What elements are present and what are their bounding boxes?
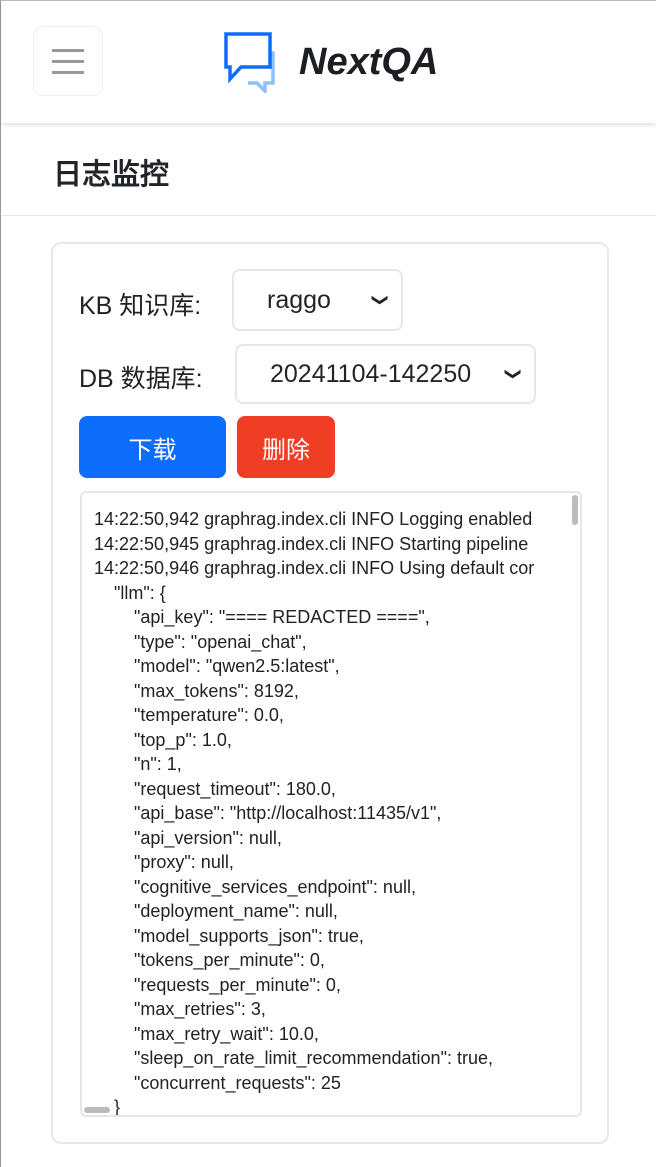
divider (1, 215, 656, 216)
delete-button[interactable]: 删除 (237, 416, 335, 478)
log-line: } (114, 1097, 121, 1117)
chevron-down-icon: ❯ (504, 367, 522, 381)
horizontal-scrollbar[interactable] (84, 1107, 110, 1113)
log-line: "cognitive_services_endpoint": null, (94, 876, 416, 897)
kb-select[interactable]: raggo ❯ (232, 269, 403, 331)
brand-name: NextQA (299, 40, 439, 83)
log-line: "api_key": "==== REDACTED ====", (94, 607, 430, 627)
log-line: 14:22:50,945 graphrag.index.cli INFO Sta… (94, 533, 529, 554)
log-line: "max_tokens": 8192, (94, 680, 299, 701)
log-textarea[interactable]: 14:22:50,942 graphrag.index.cli INFO Log… (80, 491, 582, 1117)
log-line: "deployment_name": null, (94, 901, 338, 921)
db-select[interactable]: 20241104-142250 ❯ (235, 344, 536, 404)
chat-bubbles-icon (224, 32, 275, 93)
top-navbar: NextQA (1, 1, 656, 123)
menu-toggle-button[interactable] (33, 26, 103, 96)
download-button[interactable]: 下载 (79, 416, 226, 478)
log-line: "max_retry_wait": 10.0, (94, 1023, 319, 1044)
hamburger-icon (52, 48, 84, 52)
log-line: "model": "qwen2.5:latest", (94, 656, 340, 676)
log-line: "llm": { (94, 582, 166, 603)
log-line: "n": 1, (94, 754, 182, 774)
vertical-scrollbar[interactable] (572, 495, 578, 525)
log-line: "tokens_per_minute": 0, (94, 950, 325, 970)
page-title: 日志监控 (53, 159, 170, 191)
log-content: 14:22:50,942 graphrag.index.cli INFO Log… (94, 507, 535, 1117)
brand-logo[interactable]: NextQA (223, 31, 438, 93)
log-line: "model_supports_json": true, (94, 925, 364, 946)
chevron-down-icon: ❯ (371, 293, 389, 307)
db-select-value: 20241104-142250 (270, 359, 472, 388)
log-line: 14:22:50,942 graphrag.index.cli INFO Log… (94, 509, 533, 529)
log-line: "sleep_on_rate_limit_recommendation": tr… (94, 1048, 493, 1068)
log-line: "request_timeout": 180.0, (94, 778, 336, 799)
log-line: "max_retries": 3, (94, 999, 266, 1019)
hamburger-icon-line (52, 59, 84, 63)
log-line: "proxy": null, (94, 852, 234, 872)
hamburger-icon-line (52, 70, 84, 74)
kb-label: KB 知识库: (79, 292, 202, 320)
log-line: "concurrent_requests": 25 (94, 1072, 341, 1093)
db-label: DB 数据库: (79, 365, 203, 393)
log-line: "temperature": 0.0, (94, 705, 284, 725)
log-line: "requests_per_minute": 0, (94, 974, 341, 995)
log-line: "type": "openai_chat", (94, 631, 307, 652)
log-line: 14:22:50,946 graphrag.index.cli INFO Usi… (94, 558, 535, 578)
kb-select-value: raggo (267, 285, 331, 314)
log-line: "top_p": 1.0, (94, 729, 232, 750)
log-line: "api_version": null, (94, 827, 282, 848)
log-line: "api_base": "http://localhost:11435/v1", (94, 803, 442, 823)
